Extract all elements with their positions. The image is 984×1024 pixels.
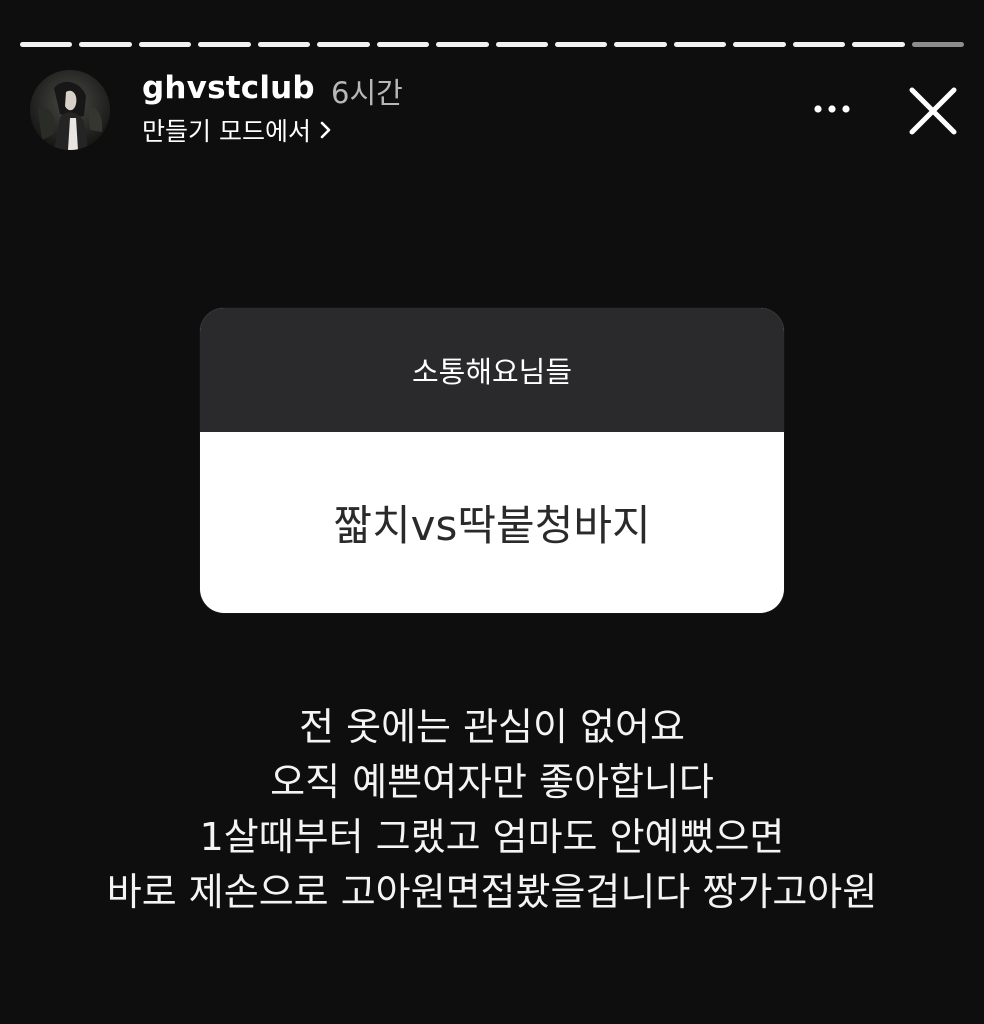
caption-line: 전 옷에는 관심이 없어요 [299, 705, 685, 749]
creation-mode-label: 만들기 모드에서 [142, 117, 311, 146]
chevron-right-icon [320, 121, 331, 139]
caption-line: 1살때부터 그랬고 엄마도 안예뻤으면 [199, 815, 785, 859]
story-viewer[interactable]: ghvstclub 6시간 만들기 모드에서 소통해요님들 짧치vs딱붙청바지 … [0, 0, 984, 1024]
story-progress-segment [20, 42, 73, 47]
story-progress-segment [911, 42, 964, 47]
story-header: ghvstclub 6시간 만들기 모드에서 [0, 66, 984, 158]
story-progress-segment [792, 42, 846, 47]
story-progress-segment [852, 42, 905, 47]
post-time: 6시간 [331, 76, 403, 110]
story-progress-segment [614, 42, 667, 47]
caption-line: 바로 제손으로 고아원면접봤을겁니다 짱가고아원 [106, 870, 878, 914]
question-answer: 짧치vs딱붙청바지 [333, 501, 651, 550]
caption-line: 오직 예쁜여자만 좋아합니다 [270, 760, 714, 804]
story-progress-segment [317, 42, 370, 47]
more-options-icon[interactable] [802, 94, 862, 124]
story-progress-segment [376, 42, 430, 47]
story-progress-segment [79, 42, 132, 47]
question-prompt: 소통해요님들 [200, 308, 784, 432]
story-progress-segment [733, 42, 786, 47]
story-progress-segment [554, 42, 608, 47]
story-progress-segment [257, 42, 311, 47]
creation-mode-link[interactable]: 만들기 모드에서 [142, 112, 335, 148]
story-caption: 전 옷에는 관심이 없어요 오직 예쁜여자만 좋아합니다 1살때부터 그랬고 엄… [0, 700, 984, 920]
story-progress-segment [198, 42, 251, 47]
story-progress-bar [20, 42, 964, 47]
close-icon[interactable] [900, 78, 966, 144]
avatar-photo [30, 70, 110, 150]
story-progress-segment [495, 42, 548, 47]
question-sticker[interactable]: 소통해요님들 짧치vs딱붙청바지 [200, 308, 784, 613]
username[interactable]: ghvstclub [142, 70, 315, 106]
story-progress-segment [436, 42, 489, 47]
profile-avatar[interactable] [30, 70, 110, 150]
story-progress-segment [673, 42, 727, 47]
story-progress-segment [138, 42, 192, 47]
